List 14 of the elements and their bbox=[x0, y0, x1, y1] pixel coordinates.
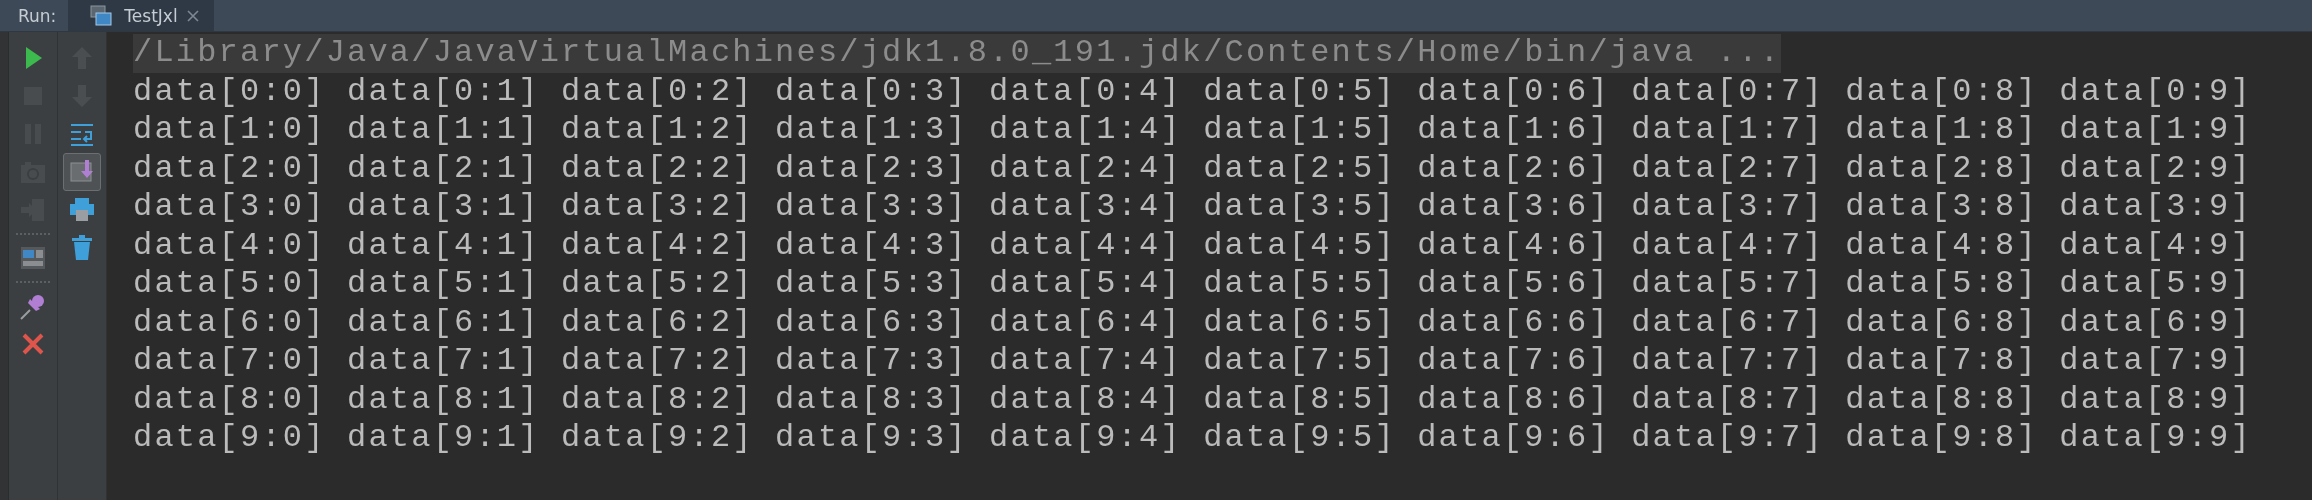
console-output-line: data[3:0] data[3:1] data[3:2] data[3:3] data[3:4] data[3:5] data[3:6] data[3:7] data[3:8] data[3:9] bbox=[133, 188, 2253, 227]
console-output-line: data[5:0] data[5:1] data[5:2] data[5:3] data[5:4] data[5:5] data[5:6] data[5:7] data[5:8] data[5:9] bbox=[133, 265, 2253, 304]
console-output-line: data[1:0] data[1:1] data[1:2] data[1:3] data[1:4] data[1:5] data[1:6] data[1:7] data[1:8] data[1:9] bbox=[133, 111, 2253, 150]
console-output-line: data[8:0] data[8:1] data[8:2] data[8:3] data[8:4] data[8:5] data[8:6] data[8:7] data[8:8] data[8:9] bbox=[133, 380, 2253, 419]
console-output-line: data[9:0] data[9:1] data[9:2] data[9:3] data[9:4] data[9:5] data[9:6] data[9:7] data[9:8] data[9:9] bbox=[133, 419, 2253, 458]
close-icon[interactable] bbox=[185, 8, 200, 23]
run-label: Run: bbox=[17, 5, 58, 26]
run-tab[interactable]: TestJxl bbox=[68, 0, 214, 31]
console-output-line: data[6:0] data[6:1] data[6:2] data[6:3] data[6:4] data[6:5] data[6:6] data[6:7] data[6:8] data[6:9] bbox=[133, 303, 2253, 342]
console-output-line: data[4:0] data[4:1] data[4:2] data[4:3] data[4:4] data[4:5] data[4:6] data[4:7] data[4:8] data[4:9] bbox=[133, 226, 2253, 265]
console-window-icon bbox=[90, 4, 113, 27]
console-output-line: data[2:0] data[2:1] data[2:2] data[2:3] data[2:4] data[2:5] data[2:6] data[2:7] data[2:8] data[2:9] bbox=[133, 149, 2253, 188]
console-output-line: data[7:0] data[7:1] data[7:2] data[7:3] data[7:4] data[7:5] data[7:6] data[7:7] data[7:8] data[7:9] bbox=[133, 342, 2253, 381]
console-output-line: data[0:0] data[0:1] data[0:2] data[0:3] data[0:4] data[0:5] data[0:6] data[0:7] data[0:8] data[0:9] bbox=[133, 72, 2253, 111]
